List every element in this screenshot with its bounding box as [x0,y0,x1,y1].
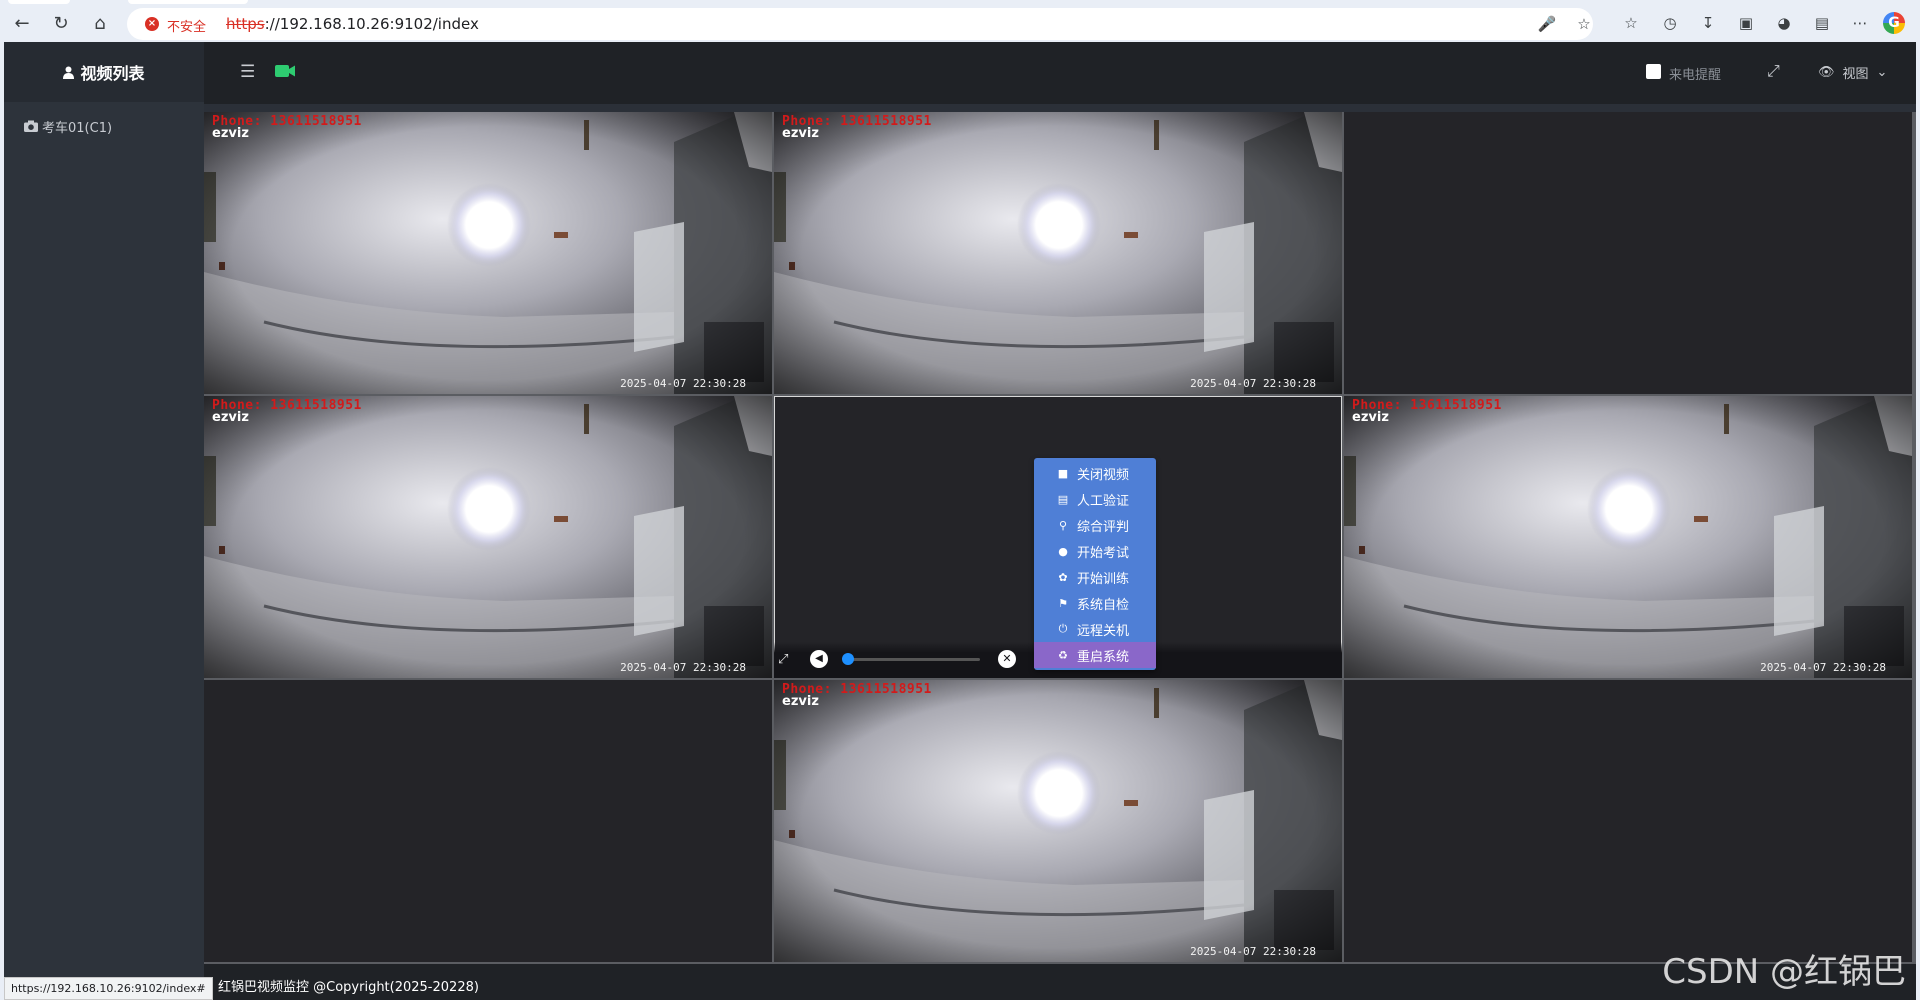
context-menu-item[interactable]: ✿ 开始训练 [1034,564,1156,590]
users-icon: ● [1058,544,1068,558]
overlay-brand: ezviz [212,126,249,141]
overlay-timestamp: 2025-04-07 22:30:28 [620,377,746,390]
footer-copyright: 红锅巴视频监控 @Copyright(2025-20228) [218,980,479,995]
context-menu: ■ 关闭视频 ▤ 人工验证 ⚲ 综合评判 ● 开始考试 ✿ 开始训练 ⚑ 系统自检 ⏻ 远程… [1034,458,1156,670]
video-cell[interactable]: Phone: 13611518951 ezviz 2025-04-07 22:3… [774,112,1342,394]
player-fullscreen-icon[interactable]: ⤢ [778,652,788,667]
view-dropdown[interactable]: 👁 视图 ⌄ [1818,63,1887,82]
context-menu-label: 人工验证 [1077,493,1130,509]
context-menu-item[interactable]: ⚑ 系统自检 [1034,590,1156,616]
google-account-icon[interactable]: G [1883,12,1905,34]
video-cell[interactable] [204,680,772,962]
sidebar: 视频列表 考车01(C1) [4,42,204,1000]
overlay-timestamp: 2025-04-07 22:30:28 [1190,945,1316,958]
video-frame [774,680,1342,962]
watermark: CSDN @红锅巴 [1662,952,1906,992]
screenshot-icon[interactable]: ▣ [1735,12,1757,34]
star-icon[interactable]: ☆ [1574,14,1594,34]
id-card-icon: ▤ [1057,492,1069,506]
context-menu-item[interactable]: ■ 关闭视频 [1034,460,1156,486]
download-icon[interactable]: ↧ [1697,12,1719,34]
insecure-label[interactable]: 不安全 [167,16,206,35]
warning-icon[interactable]: × [145,17,159,31]
video-camera-icon: ■ [1057,466,1069,480]
extensions-icon[interactable]: ☆ [1620,12,1642,34]
volume-slider[interactable] [844,658,980,661]
video-frame [204,112,772,394]
overlay-brand: ezviz [1352,410,1389,425]
video-cell[interactable]: Phone: 13611518951 ezviz 2025-04-07 22:3… [774,680,1342,962]
video-cell[interactable]: ⤢ ◀ ✕ ■ 关闭视频 ▤ 人工验证 ⚲ 综合评判 ● 开始考试 ✿ 开始训练 ⚑ 系统… [774,396,1342,678]
sidebar-title: 视频列表 [80,64,145,83]
back-icon[interactable]: ← [10,12,34,36]
history-icon[interactable]: ◷ [1659,12,1681,34]
context-menu-label: 关闭视频 [1077,467,1130,483]
video-frame [204,396,772,678]
sidebar-header: 视频列表 [4,42,204,102]
browser-tab-active[interactable] [128,0,248,4]
overlay-timestamp: 2025-04-07 22:30:28 [620,661,746,674]
video-frame [1344,396,1912,678]
context-menu-item[interactable]: ⏻ 远程关机 [1034,616,1156,642]
overlay-brand: ezviz [782,126,819,141]
more-menu-icon[interactable]: ⋯ [1849,12,1871,34]
video-cell[interactable]: Phone: 13611518951 ezviz 2025-04-07 22:3… [1344,396,1912,678]
reload-icon[interactable]: ↻ [49,12,73,36]
context-menu-label: 开始考试 [1077,545,1130,561]
browser-tab[interactable] [8,0,70,4]
camera-icon [24,120,38,132]
context-menu-label: 开始训练 [1077,571,1130,587]
link-status-bubble: https://192.168.10.26:9102/index# [4,977,213,1000]
url-scheme: https [226,15,265,33]
url-text[interactable]: https://192.168.10.26:9102/index [226,15,479,33]
user-icon [63,66,75,79]
home-icon[interactable]: ⌂ [88,12,112,36]
video-camera-icon[interactable] [274,60,296,82]
context-menu-label: 系统自检 [1077,597,1130,613]
app-window: 视频列表 考车01(C1) ☰ 来电提醒 ⤢ 👁 视图 ⌄ Phone: 136… [4,42,1916,1000]
leaf-icon: ✿ [1058,570,1068,584]
fullscreen-icon[interactable]: ⤢ [1767,61,1780,81]
power-icon: ⏻ [1058,622,1068,635]
context-menu-item[interactable]: ⚲ 综合评判 [1034,512,1156,538]
video-cell[interactable]: Phone: 13611518951 ezviz 2025-04-07 22:3… [204,396,772,678]
microphone-mute-icon[interactable]: ✕ [998,650,1016,668]
overlay-timestamp: 2025-04-07 22:30:28 [1190,377,1316,390]
volume-slider-knob[interactable] [842,653,854,665]
context-menu-label: 远程关机 [1077,623,1130,639]
video-grid: Phone: 13611518951 ezviz 2025-04-07 22:3… [204,112,1916,964]
url-rest: ://192.168.10.26:9102/index [264,15,479,33]
microphone-icon[interactable]: 🎤 [1537,14,1557,34]
topbar: ☰ 来电提醒 ⤢ 👁 视图 ⌄ [204,42,1916,104]
call-alert-label[interactable]: 来电提醒 [1669,64,1721,83]
wallet-icon[interactable]: ▤ [1811,12,1833,34]
call-alert-checkbox[interactable] [1646,64,1661,79]
video-frame [774,112,1342,394]
flag-icon: ⚑ [1058,596,1068,610]
performance-icon[interactable]: ◕ [1773,12,1795,34]
volume-icon[interactable]: ◀ [810,650,828,668]
overlay-brand: ezviz [212,410,249,425]
sidebar-item-label: 考车01(C1) [42,120,113,136]
menu-toggle-icon[interactable]: ☰ [240,62,255,82]
recycle-icon: ♻ [1058,648,1068,662]
key-icon: ⚲ [1058,518,1068,532]
address-bar[interactable]: × 不安全 https://192.168.10.26:9102/index 🎤… [127,8,1593,40]
overlay-brand: ezviz [782,694,819,709]
overlay-timestamp: 2025-04-07 22:30:28 [1760,661,1886,674]
video-cell[interactable] [1344,112,1912,394]
context-menu-item[interactable]: ♻ 重启系统 [1034,642,1156,668]
sidebar-item-car01[interactable]: 考车01(C1) [4,108,204,144]
context-menu-item[interactable]: ▤ 人工验证 [1034,486,1156,512]
context-menu-label: 重启系统 [1077,649,1130,665]
chevron-down-icon: ⌄ [1876,65,1888,80]
eye-icon: 👁 [1818,65,1835,80]
view-label: 视图 [1842,67,1869,82]
footer: 红锅巴视频监控 @Copyright(2025-20228) [204,964,1916,1000]
video-cell[interactable]: Phone: 13611518951 ezviz 2025-04-07 22:3… [204,112,772,394]
context-menu-item[interactable]: ● 开始考试 [1034,538,1156,564]
browser-toolbar: ← ↻ ⌂ × 不安全 https://192.168.10.26:9102/i… [0,0,1920,46]
video-cell[interactable] [1344,680,1912,962]
context-menu-label: 综合评判 [1077,519,1130,535]
